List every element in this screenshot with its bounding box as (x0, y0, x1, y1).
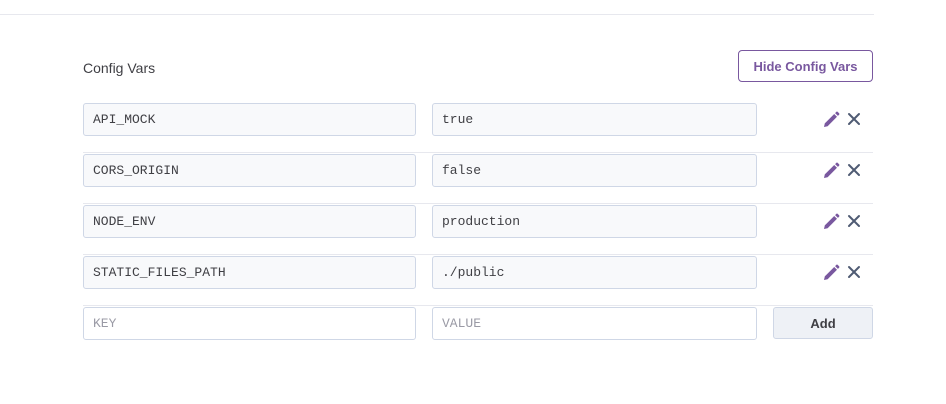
new-value-input[interactable] (432, 307, 757, 340)
pencil-icon[interactable] (821, 110, 841, 130)
new-config-var-row: Add (83, 306, 873, 357)
config-var-row (83, 153, 873, 204)
config-var-value-input[interactable] (432, 103, 757, 136)
config-var-key-input[interactable] (83, 256, 416, 289)
config-var-value-input[interactable] (432, 154, 757, 187)
config-var-value-input[interactable] (432, 256, 757, 289)
config-var-row (83, 102, 873, 153)
config-var-key-input[interactable] (83, 154, 416, 187)
pencil-icon[interactable] (821, 263, 841, 283)
config-vars-header: Config Vars Hide Config Vars (83, 50, 873, 102)
new-key-input[interactable] (83, 307, 416, 340)
config-var-key-input[interactable] (83, 205, 416, 238)
add-config-var-button[interactable]: Add (773, 307, 873, 339)
close-icon[interactable] (846, 213, 862, 229)
close-icon[interactable] (846, 111, 862, 127)
close-icon[interactable] (846, 162, 862, 178)
hide-config-vars-button[interactable]: Hide Config Vars (738, 50, 873, 82)
config-var-key-input[interactable] (83, 103, 416, 136)
config-vars-section: Config Vars Hide Config Vars API_MOCK tr… (83, 50, 873, 357)
config-var-row (83, 204, 873, 255)
section-title: Config Vars (83, 60, 156, 76)
pencil-icon[interactable] (821, 161, 841, 181)
config-var-value-input[interactable] (432, 205, 757, 238)
pencil-icon[interactable] (821, 212, 841, 232)
top-divider (0, 14, 874, 15)
close-icon[interactable] (846, 264, 862, 280)
config-var-row (83, 255, 873, 306)
